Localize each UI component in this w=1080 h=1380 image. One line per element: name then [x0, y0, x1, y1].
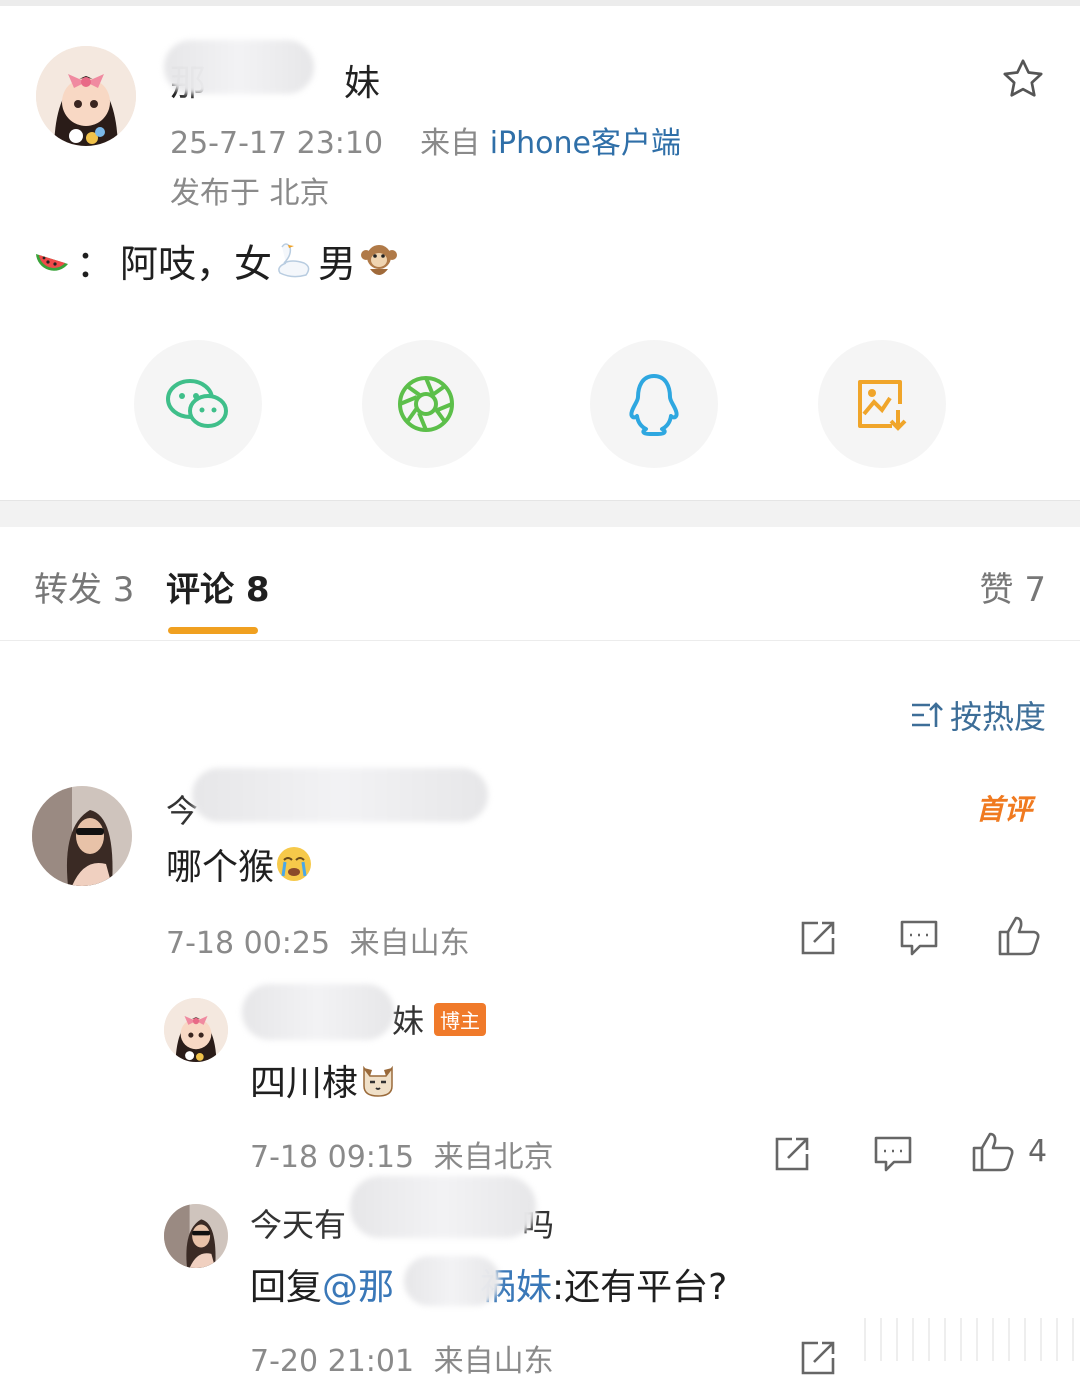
blogger-badge: 博主 [434, 1002, 487, 1036]
commenter-name-redaction [192, 768, 488, 822]
reply2-location: 来自山东 [433, 1344, 554, 1379]
reply-meta: 7-18 09:15 来自北京 [250, 1132, 554, 1176]
watermelon-icon [36, 254, 68, 271]
crying-face-icon [277, 847, 312, 881]
reply-text: 四川棣 [250, 1054, 398, 1106]
blogger-name-redaction [242, 984, 394, 1040]
qq-penguin-icon [629, 374, 679, 436]
post-content: ： 阿吱，女 男 [32, 232, 402, 288]
commenter2-name-start: 今天有 [250, 1206, 347, 1244]
content-text: 阿吱，女 [120, 241, 273, 286]
reply-text-content: 四川棣 [250, 1063, 359, 1104]
blogger-avatar[interactable] [164, 998, 228, 1062]
reply-like-count: 4 [1028, 1134, 1048, 1169]
post-location: 发布于 北京 [170, 176, 330, 211]
moments-aperture-icon [398, 376, 454, 432]
post-meta: 25-7-17 23:10 来自 iPhone客户端 [170, 118, 681, 162]
blogger-name-end: 妹 [392, 1002, 425, 1040]
reply2-meta: 7-20 21:01 来自山东 [250, 1336, 554, 1380]
like-icon[interactable] [996, 914, 1042, 958]
source-prefix: 来自 [420, 126, 481, 161]
reply-time: 7-18 09:15 [250, 1140, 415, 1175]
wechat-icon [166, 379, 228, 428]
top-divider [0, 0, 1080, 6]
repost-icon[interactable] [798, 918, 838, 958]
active-tab-indicator [168, 627, 258, 634]
content-text-2: 男 [318, 241, 357, 286]
reply-repost-icon[interactable] [772, 1134, 812, 1174]
monkey-icon [361, 245, 398, 275]
comment-text: 哪个猴 [166, 838, 314, 890]
reply2-mention-redaction [404, 1256, 500, 1306]
first-comment-badge: 首评 [976, 793, 1033, 826]
author-avatar[interactable] [36, 46, 136, 146]
share-qq-button[interactable] [590, 340, 718, 468]
favorite-star-icon[interactable] [1000, 56, 1046, 102]
reply-like-icon[interactable] [970, 1130, 1016, 1174]
reply2-prefix: 回复 [250, 1267, 323, 1308]
sort-button[interactable]: 按热度 [910, 692, 1046, 738]
content-colon: ： [76, 241, 115, 286]
sort-icon [911, 702, 943, 727]
reply-icon[interactable] [898, 918, 940, 958]
reply-location: 来自北京 [433, 1140, 554, 1175]
watermark-strip [850, 1318, 1080, 1361]
image-download-icon [858, 380, 907, 431]
reply2-time: 7-20 21:01 [250, 1344, 415, 1379]
commenter2-avatar[interactable] [164, 1204, 228, 1268]
author-name-end: 妹 [344, 63, 381, 104]
post-time: 25-7-17 23:10 [170, 126, 384, 161]
sort-label: 按热度 [949, 698, 1046, 736]
reply2-content: :还有平台? [552, 1267, 728, 1308]
tab-reposts[interactable]: 转发 3 [34, 562, 134, 611]
reply-comment-icon[interactable] [872, 1134, 914, 1174]
cat-face-icon [363, 1065, 393, 1097]
author-name-redaction [164, 40, 314, 94]
section-separator [0, 500, 1080, 527]
comment-time: 7-18 00:25 [166, 926, 331, 961]
post-source[interactable]: iPhone客户端 [490, 126, 681, 161]
reply2-mention-start: @那 [322, 1267, 395, 1308]
share-moments-button[interactable] [362, 340, 490, 468]
save-image-button[interactable] [818, 340, 946, 468]
share-wechat-button[interactable] [134, 340, 262, 468]
tab-divider [0, 640, 1080, 641]
comment-text-content: 哪个猴 [166, 847, 275, 888]
tab-comments[interactable]: 评论 8 [166, 562, 270, 611]
commenter2-name-redaction [350, 1176, 536, 1238]
tab-likes[interactable]: 赞 7 [980, 562, 1046, 611]
commenter-avatar[interactable] [32, 786, 132, 886]
comment-location: 来自山东 [349, 926, 470, 961]
comment-meta: 7-18 00:25 来自山东 [166, 918, 470, 962]
reply2-repost-icon[interactable] [798, 1338, 838, 1378]
swan-icon [278, 243, 310, 278]
